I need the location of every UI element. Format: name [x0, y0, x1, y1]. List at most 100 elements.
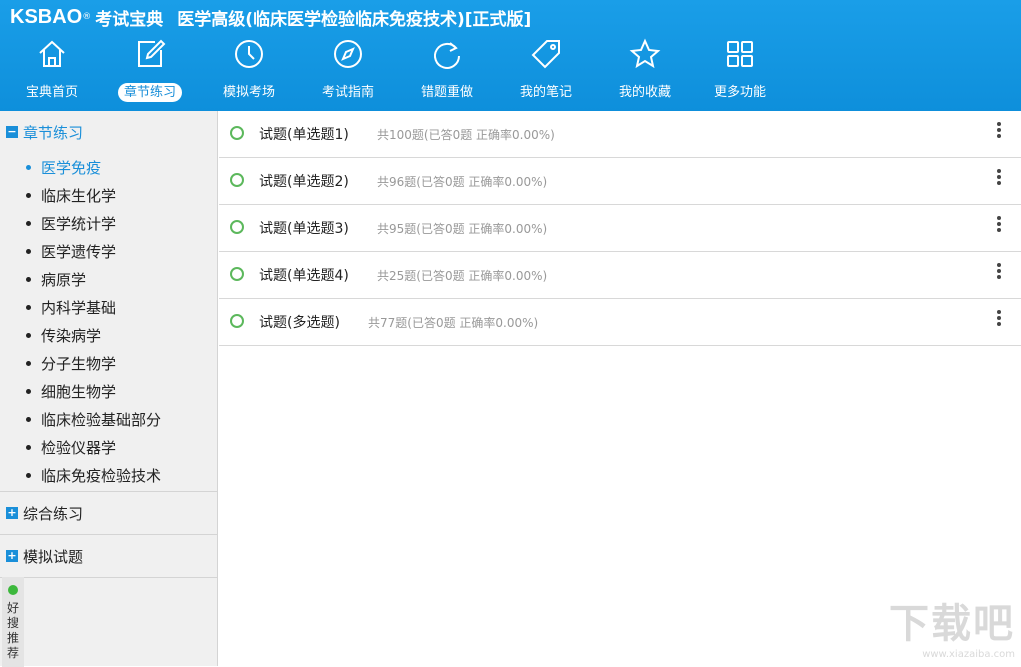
- chapter-label: 内科学基础: [41, 298, 117, 317]
- item-title: 试题(单选题2): [259, 174, 349, 190]
- site-watermark: 下载吧 www.xiazaiba.com: [889, 591, 1015, 660]
- item-stats: 共100题(已答0题 正确率0.00%): [377, 128, 555, 142]
- nav-chapter-practice-label: 章节练习: [117, 83, 182, 102]
- chapter-item[interactable]: 检验仪器学: [0, 433, 217, 461]
- bullet-icon: [26, 248, 31, 254]
- divider: [0, 577, 217, 578]
- list-item[interactable]: 试题(多选题) 共77题(已答0题 正确率0.00%): [219, 299, 1021, 346]
- section-comprehensive-practice[interactable]: + 综合练习: [0, 492, 217, 534]
- chapter-item[interactable]: 病原学: [0, 265, 217, 293]
- chapter-label: 细胞生物学: [41, 382, 117, 401]
- list-item[interactable]: 试题(单选题2) 共96题(已答0题 正确率0.00%): [219, 158, 1021, 205]
- chapter-item[interactable]: 临床生化学: [0, 181, 217, 209]
- grid-icon: [723, 37, 757, 71]
- list-item[interactable]: 试题(单选题1) 共100题(已答0题 正确率0.00%): [219, 111, 1021, 158]
- section-label: 章节练习: [23, 123, 84, 142]
- nav-mock-exam-label: 模拟考场: [222, 85, 275, 100]
- nav-redo-wrong[interactable]: 错题重做: [397, 34, 497, 106]
- home-icon: [35, 37, 69, 71]
- chapter-label: 传染病学: [41, 326, 102, 345]
- chapter-item[interactable]: 细胞生物学: [0, 377, 217, 405]
- chapter-label: 检验仪器学: [41, 438, 117, 457]
- item-stats: 共25题(已答0题 正确率0.00%): [377, 269, 548, 283]
- item-stats: 共96题(已答0题 正确率0.00%): [377, 175, 548, 189]
- status-circle-icon: [230, 314, 244, 328]
- bullet-icon: [26, 472, 31, 478]
- chapter-item[interactable]: 医学统计学: [0, 209, 217, 237]
- bullet-icon: [26, 192, 31, 198]
- bullet-icon: [26, 276, 31, 282]
- bullet-icon: [26, 304, 31, 310]
- nav-my-notes[interactable]: 我的笔记: [496, 34, 596, 106]
- list-item[interactable]: 试题(单选题3) 共95题(已答0题 正确率0.00%): [219, 205, 1021, 252]
- item-title: 试题(单选题3): [259, 221, 349, 237]
- section-label: 模拟试题: [23, 547, 84, 566]
- item-title: 试题(单选题4): [259, 268, 349, 284]
- app-title: 医学高级(临床医学检验临床免疫技术)[正式版]: [177, 9, 532, 30]
- title-bar: KSBAO ® 考试宝典 医学高级(临床医学检验临床免疫技术)[正式版]: [10, 4, 531, 30]
- section-chapter-practice[interactable]: − 章节练习: [0, 111, 217, 153]
- status-circle-icon: [230, 220, 244, 234]
- nav-mock-exam[interactable]: 模拟考场: [199, 34, 299, 106]
- logo-subtitle: 考试宝典: [95, 9, 164, 30]
- logo-registered-mark: ®: [82, 12, 92, 22]
- item-title: 试题(单选题1): [259, 127, 349, 143]
- compass-icon: [331, 37, 365, 71]
- chapter-label: 医学免疫: [41, 158, 102, 177]
- bullet-icon: [26, 416, 31, 422]
- chapter-item[interactable]: 医学遗传学: [0, 237, 217, 265]
- watermark-url: www.xiazaiba.com: [922, 649, 1015, 660]
- more-menu-icon[interactable]: [997, 216, 1003, 234]
- watermark-text: 下载吧: [889, 601, 1015, 647]
- bullet-icon: [26, 220, 31, 226]
- chapter-item[interactable]: 分子生物学: [0, 349, 217, 377]
- nav-redo-wrong-label: 错题重做: [420, 85, 473, 100]
- haosou-recommend-tab[interactable]: 好搜推荐: [2, 577, 24, 667]
- app-header: KSBAO ® 考试宝典 医学高级(临床医学检验临床免疫技术)[正式版] 宝典首…: [0, 0, 1021, 111]
- section-label: 综合练习: [23, 504, 84, 523]
- chapter-label: 病原学: [41, 270, 87, 289]
- chapter-label: 医学统计学: [41, 214, 117, 233]
- chapter-item[interactable]: 传染病学: [0, 321, 217, 349]
- nav-my-favorites[interactable]: 我的收藏: [595, 34, 695, 106]
- status-circle-icon: [230, 173, 244, 187]
- tag-icon: [529, 37, 563, 71]
- chapter-label: 临床检验基础部分: [41, 410, 162, 429]
- star-icon: [628, 37, 662, 71]
- bullet-icon: [26, 444, 31, 450]
- item-stats: 共95题(已答0题 正确率0.00%): [377, 222, 548, 236]
- bullet-icon: [26, 388, 31, 394]
- chapter-label: 临床免疫检验技术: [41, 466, 162, 485]
- nav-home[interactable]: 宝典首页: [2, 34, 102, 106]
- chapter-item[interactable]: 内科学基础: [0, 293, 217, 321]
- collapse-icon: −: [6, 125, 18, 138]
- bullet-icon: [26, 332, 31, 338]
- question-set-list: 试题(单选题1) 共100题(已答0题 正确率0.00%) 试题(单选题2) 共…: [219, 111, 1021, 666]
- nav-more-features-label: 更多功能: [713, 85, 766, 100]
- nav-more-features[interactable]: 更多功能: [690, 34, 790, 106]
- more-menu-icon[interactable]: [997, 122, 1003, 140]
- chapter-item[interactable]: 临床检验基础部分: [0, 405, 217, 433]
- chapter-item[interactable]: 医学免疫: [0, 153, 217, 181]
- status-circle-icon: [230, 267, 244, 281]
- edit-icon: [133, 37, 167, 71]
- more-menu-icon[interactable]: [997, 310, 1003, 328]
- status-circle-icon: [230, 126, 244, 140]
- chapter-label: 医学遗传学: [41, 242, 117, 261]
- chapter-item[interactable]: 临床免疫检验技术: [0, 461, 217, 489]
- expand-icon: +: [6, 549, 18, 562]
- main-nav: 宝典首页 章节练习 模拟考场 考试指南 错题重做 我的笔记 我的收藏 更多功能: [0, 34, 800, 106]
- section-mock-questions[interactable]: + 模拟试题: [0, 535, 217, 577]
- refresh-icon: [430, 37, 464, 71]
- chapter-label: 临床生化学: [41, 186, 117, 205]
- chapter-label: 分子生物学: [41, 354, 117, 373]
- more-menu-icon[interactable]: [997, 263, 1003, 281]
- more-menu-icon[interactable]: [997, 169, 1003, 187]
- item-title: 试题(多选题): [259, 315, 340, 331]
- nav-exam-guide[interactable]: 考试指南: [298, 34, 398, 106]
- list-item[interactable]: 试题(单选题4) 共25题(已答0题 正确率0.00%): [219, 252, 1021, 299]
- expand-icon: +: [6, 506, 18, 519]
- status-dot-icon: [8, 585, 18, 595]
- ksbao-logo: KSBAO: [10, 5, 83, 28]
- nav-chapter-practice[interactable]: 章节练习: [100, 34, 200, 106]
